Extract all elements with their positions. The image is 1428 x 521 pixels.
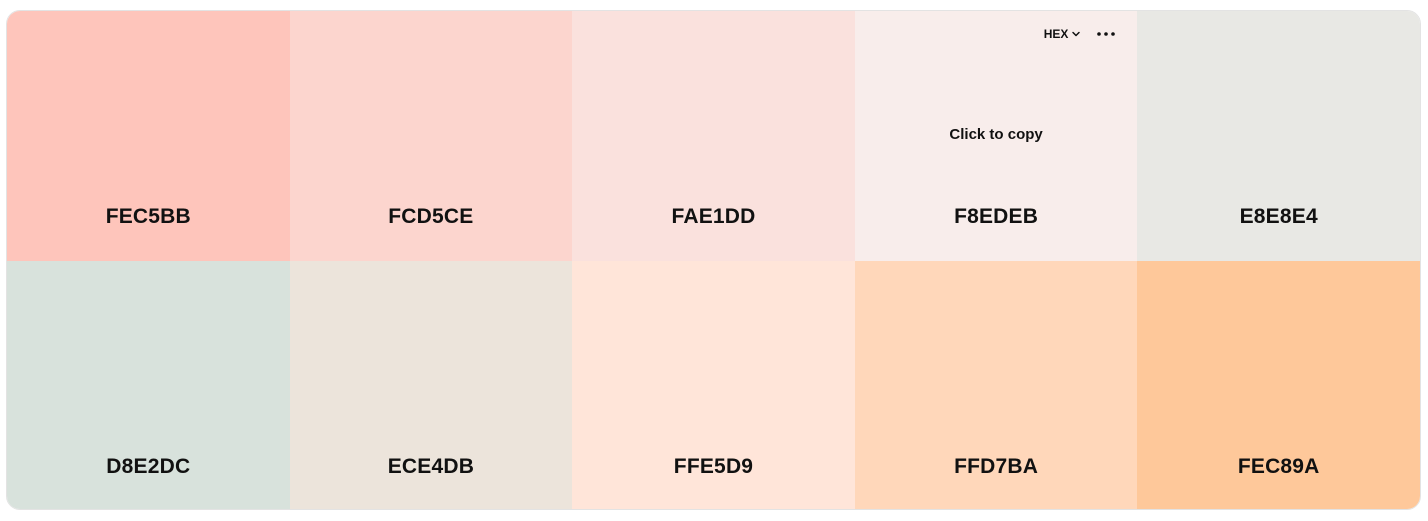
swatch-hex-label: D8E2DC <box>106 455 191 478</box>
color-swatch-1[interactable]: FEC5BB <box>7 11 290 261</box>
swatch-hex-label: FFD7BA <box>954 455 1039 478</box>
swatch-hex-label: FAE1DD <box>671 205 756 228</box>
format-select[interactable]: HEX <box>1044 27 1082 41</box>
more-horizontal-icon <box>1097 32 1116 36</box>
color-swatch-4[interactable]: HEX Click to copy F8EDEB <box>854 11 1138 261</box>
color-swatch-3[interactable]: FAE1DD <box>572 11 855 261</box>
swatch-hex-label: FFE5D9 <box>673 455 754 478</box>
format-label: HEX <box>1043 27 1069 41</box>
swatch-hex-label: FEC89A <box>1237 455 1320 478</box>
swatch-hex-label: FEC5BB <box>105 205 191 228</box>
swatch-hex-label: F8EDEB <box>954 205 1039 228</box>
swatch-hex-label: ECE4DB <box>387 455 475 478</box>
color-swatch-10[interactable]: FEC89A <box>1137 261 1420 509</box>
color-swatch-2[interactable]: FCD5CE <box>289 11 573 261</box>
color-swatch-9[interactable]: FFD7BA <box>854 261 1138 509</box>
swatch-hex-label: E8E8E4 <box>1239 205 1318 228</box>
swatch-hex-label: FCD5CE <box>388 205 474 228</box>
chevron-down-icon <box>1072 31 1081 37</box>
color-swatch-6[interactable]: D8E2DC <box>7 261 290 509</box>
color-swatch-8[interactable]: FFE5D9 <box>572 261 855 509</box>
color-swatch-5[interactable]: E8E8E4 <box>1137 11 1420 261</box>
click-to-copy-hint: Click to copy <box>949 126 1043 143</box>
color-swatch-7[interactable]: ECE4DB <box>289 261 573 509</box>
color-palette: FEC5BB FCD5CE FAE1DD HEX Click to copy F… <box>6 10 1421 510</box>
more-options-button[interactable] <box>1095 26 1117 42</box>
swatch-toolbar: HEX <box>1044 26 1118 42</box>
